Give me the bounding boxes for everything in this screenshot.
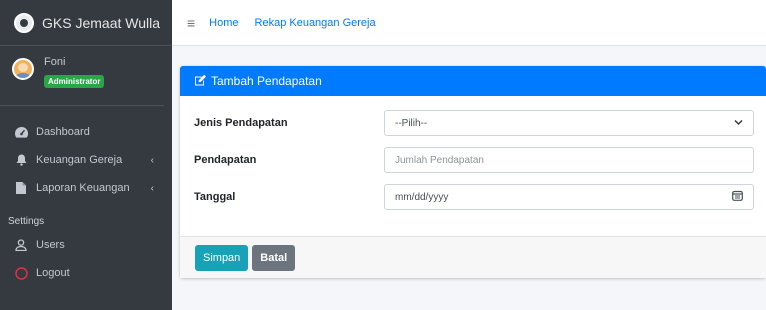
- church-logo-icon: [14, 12, 34, 33]
- form-row-jenis: Jenis Pendapatan --Pilih--: [194, 110, 754, 136]
- sidebar-item-label: Users: [36, 239, 65, 251]
- nav-link-home[interactable]: Home: [209, 17, 238, 29]
- bell-icon: [14, 153, 28, 167]
- pendapatan-placeholder: Jumlah Pendapatan: [395, 154, 484, 166]
- power-icon: [14, 266, 28, 280]
- pendapatan-input[interactable]: Jumlah Pendapatan: [384, 147, 754, 173]
- sidebar-item-label: Laporan Keuangan: [36, 182, 130, 194]
- tanggal-date-input[interactable]: mm/dd/yyyy: [384, 184, 754, 210]
- tanggal-placeholder: mm/dd/yyyy: [395, 191, 449, 203]
- top-navbar: ≡ Home Rekap Keuangan Gereja: [172, 0, 766, 46]
- chevron-left-icon: ‹: [150, 154, 154, 166]
- hamburger-menu-icon[interactable]: ≡: [187, 15, 195, 31]
- brand-link[interactable]: GKS Jemaat Wulla: [0, 0, 172, 46]
- card-footer: Simpan Batal: [180, 236, 766, 278]
- role-badge: Administrator: [44, 75, 105, 88]
- sidebar-item-dashboard[interactable]: Dashboard: [0, 118, 172, 146]
- card-header: Tambah Pendapatan: [180, 66, 766, 96]
- sidebar-nav: Dashboard Keuangan Gereja ‹ Laporan Keua…: [0, 106, 172, 287]
- file-icon: [14, 181, 28, 195]
- brand-title: GKS Jemaat Wulla: [42, 14, 161, 31]
- cancel-button[interactable]: Batal: [252, 244, 296, 271]
- tanggal-label: Tanggal: [194, 191, 236, 203]
- form-row-tanggal: Tanggal mm/dd/yyyy: [194, 184, 754, 210]
- user-panel: Foni Administrator: [0, 46, 164, 106]
- sidebar: GKS Jemaat Wulla Foni Administrator Dash…: [0, 0, 172, 310]
- avatar[interactable]: [12, 58, 34, 80]
- sidebar-item-users[interactable]: Users: [0, 231, 172, 259]
- sidebar-item-keuangan-gereja[interactable]: Keuangan Gereja ‹: [0, 146, 172, 174]
- form-row-pendapatan: Pendapatan Jumlah Pendapatan: [194, 147, 754, 173]
- sidebar-item-laporan-keuangan[interactable]: Laporan Keuangan ‹: [0, 174, 172, 202]
- jenis-pendapatan-label: Jenis Pendapatan: [194, 117, 288, 129]
- sidebar-item-label: Keuangan Gereja: [36, 154, 123, 166]
- sidebar-item-label: Dashboard: [36, 126, 90, 138]
- card-title: Tambah Pendapatan: [211, 74, 322, 88]
- settings-header: Settings: [8, 216, 45, 227]
- sidebar-item-logout[interactable]: Logout: [0, 259, 172, 287]
- sidebar-item-label: Logout: [36, 267, 70, 279]
- dashboard-icon: [14, 125, 28, 139]
- user-icon: [14, 238, 28, 252]
- pendapatan-label: Pendapatan: [194, 154, 257, 166]
- form-card: Tambah Pendapatan Jenis Pendapatan --Pil…: [180, 66, 766, 278]
- chevron-left-icon: ‹: [150, 182, 154, 194]
- nav-link-rekap-keuangan[interactable]: Rekap Keuangan Gereja: [255, 17, 376, 29]
- jenis-pendapatan-select[interactable]: --Pilih--: [384, 110, 754, 136]
- select-value: --Pilih--: [395, 117, 428, 129]
- calendar-icon[interactable]: [732, 190, 743, 204]
- save-button[interactable]: Simpan: [195, 244, 249, 271]
- user-name[interactable]: Foni: [44, 56, 104, 68]
- edit-icon: [194, 74, 207, 89]
- chevron-down-icon: [734, 118, 743, 129]
